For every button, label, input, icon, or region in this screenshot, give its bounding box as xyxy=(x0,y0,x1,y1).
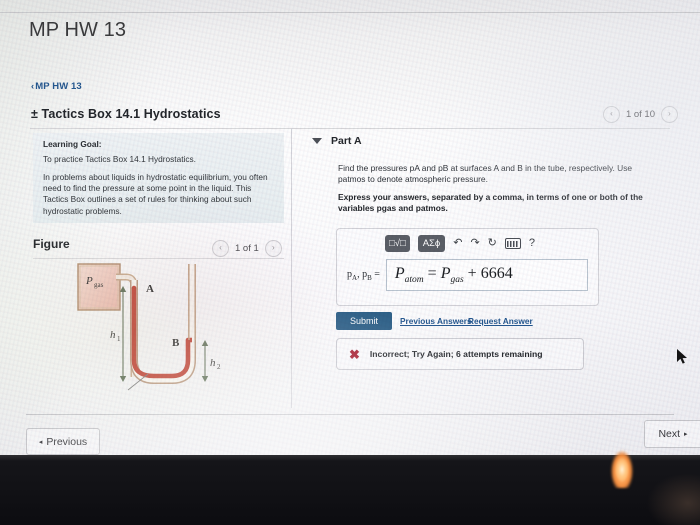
template-button[interactable]: □√□ xyxy=(385,235,410,252)
answer-field-label: pA, pB = xyxy=(347,268,380,282)
request-answer-link[interactable]: Request Answer xyxy=(468,316,533,326)
alert-message: Incorrect; Try Again; 6 attempts remaini… xyxy=(369,349,543,359)
undo-icon[interactable]: ↶ xyxy=(453,238,462,249)
svg-text:h: h xyxy=(110,329,116,341)
footer-divider xyxy=(26,414,674,415)
figure-divider xyxy=(33,258,284,259)
question-instruction: Express your answers, separated by a com… xyxy=(338,192,643,214)
previous-label: Previous xyxy=(46,435,88,448)
breadcrumb[interactable]: ‹MP HW 13 xyxy=(31,81,82,92)
figure-heading: Figure xyxy=(33,237,70,251)
header-divider xyxy=(30,128,670,129)
mouse-cursor-icon xyxy=(677,349,687,364)
math-toolbar: □√□ ΑΣϕ ↶ ↷ ↻ ? xyxy=(385,235,535,252)
incorrect-alert: ✖ Incorrect; Try Again; 6 attempts remai… xyxy=(336,338,584,370)
previous-button[interactable]: ◂ Previous xyxy=(26,428,100,455)
next-label: Next xyxy=(658,428,681,440)
breadcrumb-label: MP HW 13 xyxy=(35,81,82,92)
symbols-button[interactable]: ΑΣϕ xyxy=(417,235,446,252)
redo-icon[interactable]: ↷ xyxy=(470,238,479,249)
answer-panel: □√□ ΑΣϕ ↶ ↷ ↻ ? pA, pB = Patom = Pgas + … xyxy=(336,228,599,306)
previous-arrow-icon: ◂ xyxy=(38,438,43,446)
learning-goal-heading: Learning Goal: xyxy=(43,139,102,149)
svg-text:1: 1 xyxy=(117,335,121,343)
next-button[interactable]: Next ▸ xyxy=(644,420,700,448)
chevron-down-icon[interactable] xyxy=(312,138,322,144)
pager-next-button[interactable]: › xyxy=(661,106,678,123)
pager-label: 1 of 10 xyxy=(625,109,655,120)
figure-pager-next-button[interactable]: › xyxy=(264,240,282,257)
question-pager: ‹ 1 of 10 › xyxy=(602,106,678,123)
learning-goal-panel: Learning Goal: To practice Tactics Box 1… xyxy=(33,133,284,223)
math-template-icon: □√□ xyxy=(389,238,406,249)
light-reflection-core xyxy=(612,452,632,484)
svg-text:2: 2 xyxy=(217,363,221,371)
part-a-label: Part A xyxy=(331,135,362,147)
greek-symbols-label: ΑΣϕ xyxy=(422,238,441,249)
page-title: MP HW 13 xyxy=(29,19,127,41)
figure-pager: ‹ 1 of 1 › xyxy=(212,240,282,257)
next-arrow-icon: ▸ xyxy=(684,431,688,438)
answer-row: pA, pB = Patom = Pgas + 6664 xyxy=(347,259,588,291)
svg-text:P: P xyxy=(85,275,93,287)
part-a-header[interactable]: Part A xyxy=(312,135,362,147)
assignment-title: ± Tactics Box 14.1 Hydrostatics xyxy=(31,107,221,121)
figure-pager-prev-button[interactable]: ‹ xyxy=(212,240,229,257)
x-mark-icon: ✖ xyxy=(349,346,360,362)
svg-text:B: B xyxy=(172,337,180,349)
pager-prev-button[interactable]: ‹ xyxy=(602,106,620,123)
submit-button[interactable]: Submit xyxy=(336,312,392,330)
previous-answers-link[interactable]: Previous Answers xyxy=(400,316,472,326)
svg-text:gas: gas xyxy=(94,281,104,289)
column-divider xyxy=(291,128,292,408)
reset-icon[interactable]: ↻ xyxy=(488,238,497,249)
manometer-figure: P gas A B h 1 h 2 xyxy=(77,263,221,391)
top-divider xyxy=(0,12,700,13)
learning-goal-line-1: To practice Tactics Box 14.1 Hydrostatic… xyxy=(43,154,196,164)
learning-goal-line-2: In problems about liquids in hydrostatic… xyxy=(43,172,268,216)
answer-value: Patom = Pgas + 6664 xyxy=(394,264,513,286)
monitor-bezel xyxy=(0,455,700,525)
svg-text:A: A xyxy=(146,283,154,295)
breadcrumb-chevron-icon: ‹ xyxy=(31,81,35,92)
figure-pager-label: 1 of 1 xyxy=(235,243,259,254)
svg-text:h: h xyxy=(210,357,216,369)
answer-input[interactable]: Patom = Pgas + 6664 xyxy=(385,259,588,291)
browser-screen: MP HW 13 ‹MP HW 13 ± Tactics Box 14.1 Hy… xyxy=(0,0,700,455)
help-icon[interactable]: ? xyxy=(529,238,535,249)
keyboard-icon[interactable] xyxy=(504,238,521,249)
question-text: Find the pressures pA and pB at surfaces… xyxy=(338,163,633,185)
bezel-shadow xyxy=(640,470,700,525)
